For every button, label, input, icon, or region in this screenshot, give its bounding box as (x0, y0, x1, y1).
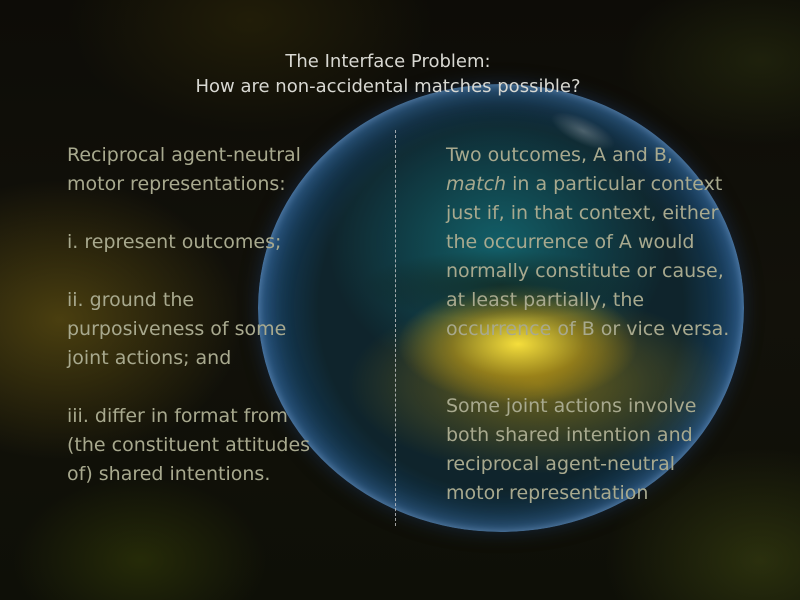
slide-title: The Interface Problem: How are non-accid… (0, 49, 776, 99)
def-line-5: normally constitute or cause, (446, 260, 724, 282)
match-term: match (446, 173, 507, 195)
title-line-2: How are non-accidental matches possible? (195, 76, 581, 97)
title-line-1: The Interface Problem: (285, 51, 491, 72)
list-item-2: ii. ground the purposiveness of some joi… (67, 286, 387, 373)
intro-line-1: Reciprocal agent-neutral (67, 144, 301, 166)
def-line-2-rest: in a particular context (506, 173, 723, 195)
item2-line-2: purposiveness of some (67, 318, 287, 340)
item3-line-3: of) shared intentions. (67, 463, 271, 485)
claim-line-2: both shared intention and (446, 424, 693, 446)
def-line-3: just if, in that context, either (446, 202, 719, 224)
column-divider (395, 130, 396, 526)
list-item-3: iii. differ in format from (the constitu… (67, 402, 387, 489)
item3-line-2: (the constituent attitudes (67, 434, 311, 456)
slide: The Interface Problem: How are non-accid… (0, 0, 800, 600)
list-item-1: i. represent outcomes; (67, 228, 387, 257)
right-column: Two outcomes, A and B, match in a partic… (446, 141, 776, 508)
claim-line-4: motor representation (446, 482, 649, 504)
intro-paragraph: Reciprocal agent-neutral motor represent… (67, 141, 387, 199)
definition-paragraph: Two outcomes, A and B, match in a partic… (446, 141, 776, 344)
def-line-2: match in a particular context (446, 170, 776, 199)
item2-line-3: joint actions; and (67, 347, 232, 369)
claim-line-1: Some joint actions involve (446, 395, 697, 417)
item2-line-1: ii. ground the (67, 289, 195, 311)
item1-line-1: i. represent outcomes; (67, 231, 282, 253)
def-line-6: at least partially, the (446, 289, 645, 311)
def-line-1: Two outcomes, A and B, (446, 144, 673, 166)
item3-line-1: iii. differ in format from (67, 405, 288, 427)
def-line-4: the occurrence of A would (446, 231, 695, 253)
left-column: Reciprocal agent-neutral motor represent… (67, 141, 387, 489)
claim-line-3: reciprocal agent-neutral (446, 453, 675, 475)
claim-paragraph: Some joint actions involve both shared i… (446, 392, 776, 508)
intro-line-2: motor representations: (67, 173, 286, 195)
def-line-7: occurrence of B or vice versa. (446, 318, 730, 340)
